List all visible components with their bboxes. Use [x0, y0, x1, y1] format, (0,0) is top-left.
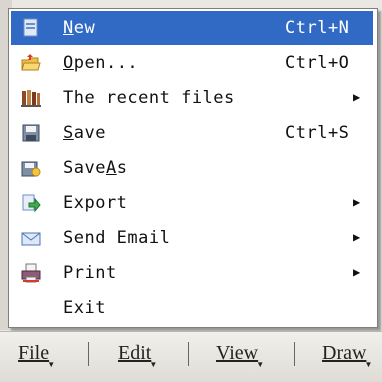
shortcut-label: Ctrl+N [285, 18, 350, 38]
shortcut-label: Ctrl+S [285, 123, 350, 143]
mnemonic: A [105, 158, 117, 178]
menu-item-export[interactable]: Export ▶ [11, 186, 373, 220]
menu-item-send-email[interactable]: Send Email ▶ [11, 221, 373, 255]
menu-item-print[interactable]: Print ▶ [11, 256, 373, 290]
menubar-draw[interactable]: Draw ▼ [322, 342, 372, 369]
save-icon [21, 123, 41, 143]
file-dropdown-menu: New Ctrl+N Open... Ctrl+O The recent fil… [8, 8, 378, 328]
submenu-arrow-icon: ▶ [353, 90, 361, 104]
menubar-separator [294, 342, 295, 366]
open-folder-icon [21, 53, 41, 73]
menubar-separator [188, 342, 189, 366]
shortcut-label: Ctrl+O [285, 53, 350, 73]
new-file-icon [21, 18, 41, 38]
menu-item-exit[interactable]: Exit [11, 291, 373, 325]
submenu-arrow-icon: ▶ [353, 265, 361, 279]
menu-item-new[interactable]: New Ctrl+N [11, 11, 373, 45]
print-icon [21, 263, 41, 283]
dropdown-indicator-icon: ▼ [256, 360, 265, 369]
mnemonic: N [63, 18, 74, 38]
dropdown-indicator-icon: ▼ [149, 360, 158, 369]
menu-bar: File ▼ Edit ▼ View ▼ Draw ▼ [0, 331, 382, 382]
menu-item-save[interactable]: Save Ctrl+S [11, 116, 373, 150]
menubar-view[interactable]: View ▼ [216, 342, 264, 369]
menubar-separator [88, 342, 89, 366]
save-as-icon [21, 158, 41, 178]
dropdown-indicator-icon: ▼ [47, 360, 56, 369]
submenu-arrow-icon: ▶ [353, 230, 361, 244]
menu-item-recent-files[interactable]: The recent files ▶ [11, 81, 373, 115]
email-icon [21, 228, 41, 248]
menu-item-open[interactable]: Open... Ctrl+O [11, 46, 373, 80]
menu-item-save-as[interactable]: SaveAs [11, 151, 373, 185]
menubar-edit[interactable]: Edit ▼ [118, 342, 157, 369]
mnemonic: O [63, 53, 74, 73]
submenu-arrow-icon: ▶ [353, 195, 361, 209]
mnemonic: S [63, 123, 74, 143]
recent-files-icon [21, 88, 41, 108]
export-icon [21, 193, 41, 213]
dropdown-indicator-icon: ▼ [364, 360, 373, 369]
menubar-file[interactable]: File ▼ [18, 342, 55, 369]
